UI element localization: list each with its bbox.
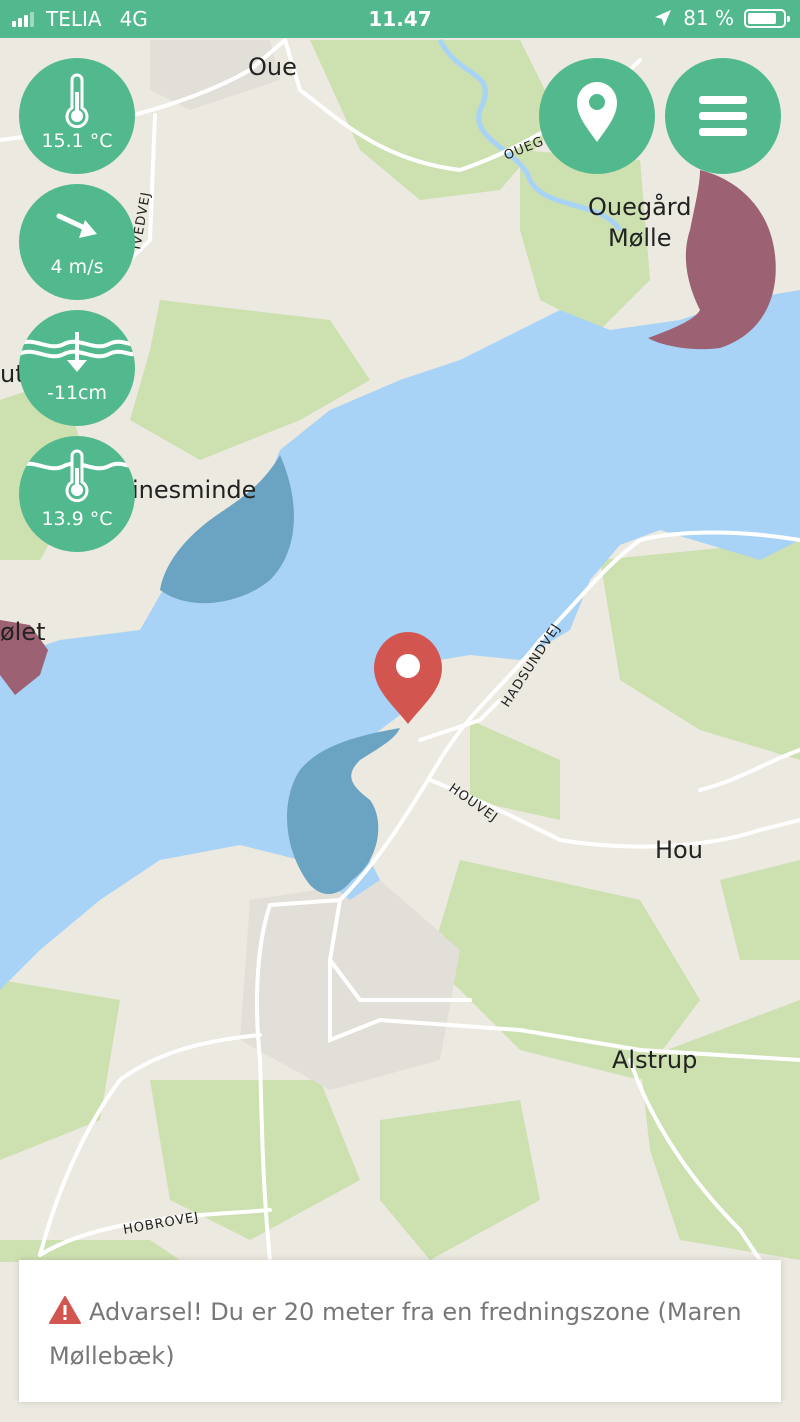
battery-percent: 81 % — [683, 6, 734, 30]
menu-button[interactable] — [665, 58, 781, 174]
place-label-molle: Mølle — [608, 224, 672, 252]
warning-text: Advarsel! Du er 20 meter fra en fredning… — [49, 1298, 742, 1370]
battery-icon — [744, 8, 790, 28]
wind-direction-arrow-icon — [56, 213, 97, 238]
place-label-alstrup: Alstrup — [612, 1046, 697, 1074]
wind-button[interactable]: 4 m/s — [19, 184, 135, 300]
status-bar: TELIA 4G 11.47 81 % — [0, 0, 800, 38]
water-level-icon — [19, 332, 135, 372]
water-temperature-icon — [19, 449, 135, 503]
water-temperature-button[interactable]: 13.9 °C — [19, 436, 135, 552]
hamburger-menu-icon — [699, 96, 747, 136]
water-level-button[interactable]: -11cm — [19, 310, 135, 426]
warning-banner: Advarsel! Du er 20 meter fra en fredning… — [19, 1260, 781, 1402]
place-label-hou: Hou — [655, 836, 703, 864]
water-temperature-value: 13.9 °C — [41, 508, 113, 530]
air-temperature-value: 15.1 °C — [41, 130, 113, 152]
air-temperature-button[interactable]: 15.1 °C — [19, 58, 135, 174]
map-pin-icon — [577, 82, 617, 142]
place-label-partial-inesminde: inesminde — [132, 476, 256, 504]
location-button[interactable] — [539, 58, 655, 174]
thermometer-icon — [65, 73, 89, 129]
location-arrow-icon — [655, 10, 672, 26]
place-label-oue: Oue — [248, 53, 297, 81]
place-label-partial-olet: ølet — [0, 618, 46, 646]
water-level-value: -11cm — [47, 382, 107, 404]
place-label-ouegard: Ouegård — [588, 192, 692, 221]
warning-triangle-icon — [49, 1296, 81, 1324]
wind-speed-value: 4 m/s — [50, 256, 104, 278]
